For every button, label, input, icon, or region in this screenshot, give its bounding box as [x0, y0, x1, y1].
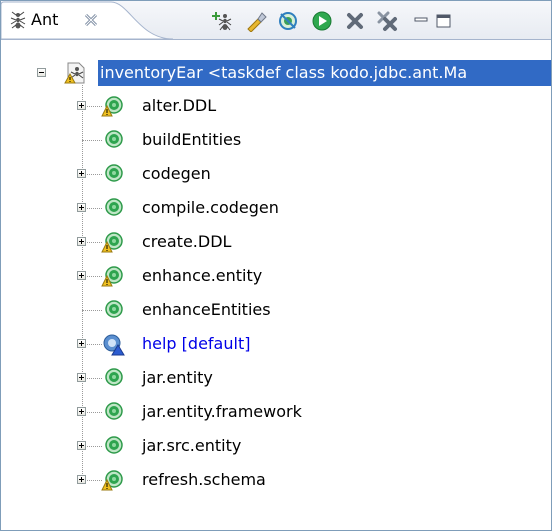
expand-toggle[interactable]	[77, 101, 86, 110]
target-label: create.DDL	[142, 232, 232, 251]
expand-toggle[interactable]	[77, 339, 86, 348]
expand-toggle[interactable]	[77, 169, 86, 178]
target-warning-icon	[101, 232, 123, 253]
search-flashlight-icon	[247, 12, 267, 32]
expand-toggle[interactable]	[77, 373, 86, 382]
target-icon	[105, 436, 123, 454]
target-warning-icon	[101, 266, 123, 287]
header-divider	[1, 39, 551, 40]
hide-internal-targets-button[interactable]	[275, 8, 301, 34]
run-icon	[312, 11, 332, 31]
maximize-view-button[interactable]	[431, 8, 457, 34]
buildfile-warning-icon	[64, 62, 85, 84]
add-buildfiles-button[interactable]	[209, 8, 235, 34]
target-label: refresh.schema	[142, 470, 266, 489]
run-target-button[interactable]	[309, 8, 335, 34]
expand-toggle[interactable]	[77, 475, 86, 484]
target-label: alter.DDL	[142, 96, 217, 115]
remove-all-buildfiles-button[interactable]	[374, 8, 400, 34]
tree-branch-line	[82, 140, 102, 141]
ant-add-icon	[212, 12, 232, 31]
target-row[interactable]: jar.src.entity	[1, 431, 551, 461]
target-row[interactable]: alter.DDL	[1, 91, 551, 121]
ant-view-tab[interactable]: Ant	[1, 1, 173, 39]
target-label: enhanceEntities	[142, 300, 271, 319]
target-icon	[105, 164, 123, 182]
maximize-icon	[436, 14, 451, 28]
target-row[interactable]: jar.entity.framework	[1, 397, 551, 427]
expand-toggle[interactable]	[77, 441, 86, 450]
filter-targets-icon	[279, 12, 297, 30]
tree-branch-line	[82, 310, 102, 311]
default-target-icon	[103, 334, 125, 356]
minimize-icon	[414, 17, 428, 22]
target-label: buildEntities	[142, 130, 242, 149]
target-label: codegen	[142, 164, 211, 183]
target-label: help [default]	[142, 334, 251, 353]
view-header: Ant	[1, 1, 551, 39]
ant-buildfile-tree: inventoryEar <taskdef class kodo.jdbc.an…	[1, 41, 551, 530]
remove-icon	[347, 13, 363, 29]
target-warning-icon	[101, 470, 123, 491]
expand-toggle[interactable]	[77, 237, 86, 246]
tab-label: Ant	[31, 10, 59, 29]
ant-icon	[10, 11, 26, 29]
target-label: compile.codegen	[142, 198, 279, 217]
target-row[interactable]: buildEntities	[1, 125, 551, 155]
tree-root-row[interactable]: inventoryEar <taskdef class kodo.jdbc.an…	[1, 58, 551, 88]
expand-toggle[interactable]	[77, 271, 86, 280]
target-icon	[105, 300, 123, 318]
target-row[interactable]: help [default]	[1, 329, 551, 359]
target-icon	[105, 368, 123, 386]
target-icon	[105, 130, 123, 148]
target-row[interactable]: create.DDL	[1, 227, 551, 257]
remove-buildfile-button[interactable]	[342, 8, 368, 34]
target-row[interactable]: compile.codegen	[1, 193, 551, 223]
target-warning-icon	[101, 96, 123, 117]
target-row[interactable]: enhance.entity	[1, 261, 551, 291]
expand-toggle[interactable]	[77, 407, 86, 416]
remove-all-icon	[377, 11, 397, 31]
search-buildfiles-button[interactable]	[243, 8, 269, 34]
target-icon	[105, 402, 123, 420]
expand-toggle[interactable]	[77, 203, 86, 212]
close-icon[interactable]	[84, 13, 98, 27]
target-row[interactable]: refresh.schema	[1, 465, 551, 495]
target-row[interactable]: jar.entity	[1, 363, 551, 393]
collapse-toggle[interactable]	[37, 68, 46, 77]
target-label: enhance.entity	[142, 266, 263, 285]
target-label: jar.entity.framework	[142, 402, 302, 421]
target-icon	[105, 198, 123, 216]
target-row[interactable]: codegen	[1, 159, 551, 189]
ant-view: Ant inventoryEar <taskdef class kodo.jdb…	[0, 0, 552, 531]
root-label: inventoryEar <taskdef class kodo.jdbc.an…	[100, 63, 468, 82]
target-label: jar.src.entity	[142, 436, 242, 455]
target-label: jar.entity	[142, 368, 213, 387]
target-row[interactable]: enhanceEntities	[1, 295, 551, 325]
